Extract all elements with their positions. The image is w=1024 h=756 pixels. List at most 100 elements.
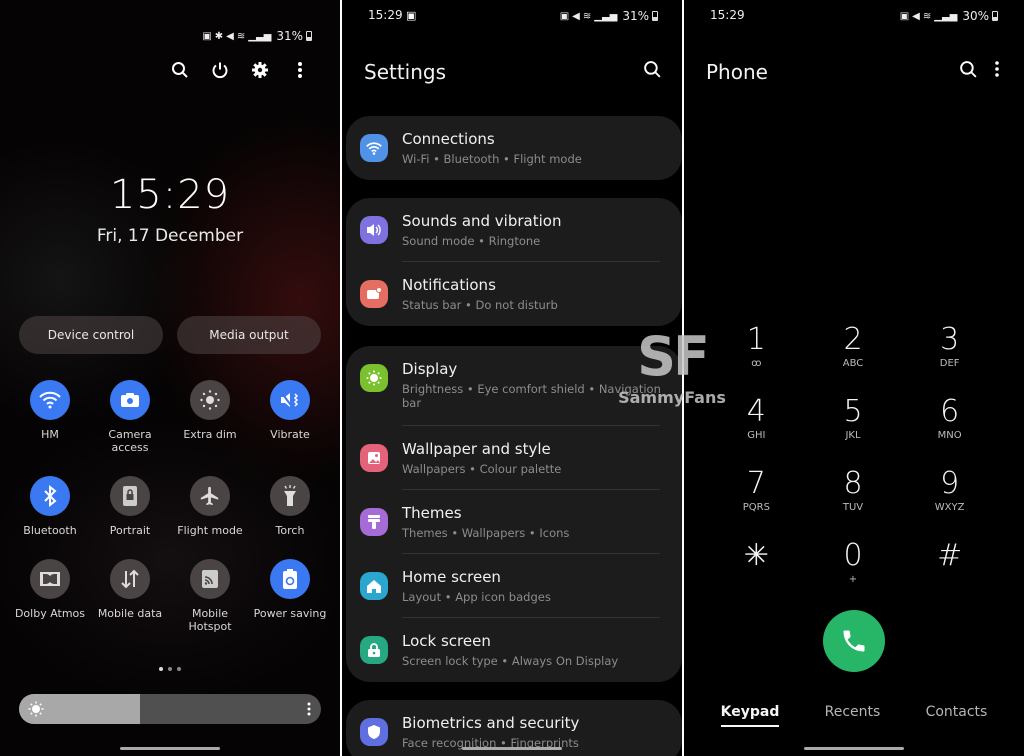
key-digit: ✳ [743, 538, 769, 573]
settings-item-connections[interactable]: Connections Wi-Fi • Bluetooth • Flight m… [346, 116, 682, 180]
quick-tile-flight-mode[interactable]: Flight mode [170, 476, 250, 537]
settings-item-title: Display [402, 360, 458, 378]
key-digit: 2 [843, 322, 863, 357]
dial-keypad: 1 ꝏ2 ABC 3 DEF 4 GHI 5 JKL 6 MNO 7 PQRS 8 TUV 9… [708, 322, 998, 592]
key-digit: 4 [746, 394, 766, 429]
dial-key-3[interactable]: 3 DEF [901, 322, 998, 376]
wallpaper-icon [360, 444, 388, 472]
dial-key-2[interactable]: 2 ABC [805, 322, 902, 376]
quick-panel-actions [170, 60, 310, 80]
quick-tile-mobile-hotspot[interactable]: Mobile Hotspot [170, 559, 250, 633]
key-letters: DEF [939, 358, 960, 369]
phone-dialer-screen: 15:29 ▣ ◀ ≋ ▁▃▅ 30% Phone 1 ꝏ2 ABC 3 DEF 4… [684, 0, 1024, 756]
mute-icon: ◀ [912, 10, 920, 22]
settings-item-notifications[interactable]: Notifications Status bar • Do not distur… [346, 262, 682, 326]
dial-key-9[interactable]: 9 WXYZ [901, 466, 998, 520]
home-gesture-bar[interactable] [462, 747, 562, 750]
quick-tile-bluetooth[interactable]: Bluetooth [10, 476, 90, 537]
status-bar: ▣ ◀ ≋ ▁▃▅ 31% [560, 8, 658, 24]
settings-item-subtitle: Status bar • Do not disturb [402, 298, 558, 312]
quick-tile-power-saving[interactable]: Power saving [250, 559, 330, 633]
tile-label: Extra dim [183, 428, 237, 441]
search-icon[interactable] [643, 60, 662, 83]
call-button[interactable] [823, 610, 885, 672]
tab-recents[interactable]: Recents [825, 704, 881, 724]
key-letters: ꝏ [751, 358, 762, 369]
sim-icon: ▣ [202, 30, 212, 42]
tile-label: Portrait [109, 524, 151, 537]
settings-screen: 15:29 ▣ ▣ ◀ ≋ ▁▃▅ 31% Settings Connectio… [342, 0, 682, 756]
wifi-status-icon: ≋ [236, 30, 246, 42]
phone-actions [959, 60, 1000, 83]
gear-icon[interactable] [250, 60, 270, 80]
tile-label: Flight mode [177, 524, 243, 537]
home-gesture-bar[interactable] [120, 747, 220, 750]
more-options-icon[interactable] [290, 60, 310, 80]
quick-tile-extra-dim[interactable]: Extra dim [170, 380, 250, 454]
settings-item-sounds-and-vibration[interactable]: Sounds and vibration Sound mode • Ringto… [346, 198, 682, 262]
phone-icon [843, 630, 865, 652]
settings-item-lock-screen[interactable]: Lock screen Screen lock type • Always On… [346, 618, 682, 682]
settings-group: Sounds and vibration Sound mode • Ringto… [346, 198, 682, 326]
sun-icon [360, 364, 388, 392]
dial-key-0[interactable]: 0 + [805, 538, 902, 592]
more-options-icon[interactable] [994, 60, 1000, 83]
brightness-more-icon[interactable] [307, 701, 311, 721]
battery-icon [992, 11, 998, 21]
quick-tile-hm[interactable]: HM [10, 380, 90, 454]
quick-tile-mobile-data[interactable]: Mobile data [90, 559, 170, 633]
key-letters: WXYZ [934, 502, 965, 513]
signal-icon: ▁▃▅ [248, 30, 272, 42]
dial-key-star[interactable]: ✳ [708, 538, 805, 592]
tab-contacts[interactable]: Contacts [926, 704, 988, 724]
key-letters: JKL [845, 430, 861, 441]
media-output-button[interactable]: Media output [177, 316, 321, 354]
tab-keypad[interactable]: Keypad [720, 704, 779, 727]
settings-item-subtitle: Wi-Fi • Bluetooth • Flight mode [402, 152, 582, 166]
dial-key-6[interactable]: 6 MNO [901, 394, 998, 448]
dial-key-8[interactable]: 8 TUV [805, 466, 902, 520]
dial-key-hash[interactable]: # [901, 538, 998, 592]
home-icon [360, 572, 388, 600]
home-gesture-bar[interactable] [804, 747, 904, 750]
settings-item-title: Home screen [402, 568, 501, 586]
settings-item-display[interactable]: Display Brightness • Eye comfort shield … [346, 346, 682, 426]
settings-item-subtitle: Brightness • Eye comfort shield • Naviga… [402, 382, 661, 410]
brightness-slider[interactable] [19, 694, 321, 724]
settings-item-home-screen[interactable]: Home screen Layout • App icon badges [346, 554, 682, 618]
key-digit: # [937, 538, 963, 573]
search-icon[interactable] [959, 60, 978, 83]
tile-label: Power saving [253, 607, 327, 620]
dial-key-5[interactable]: 5 JKL [805, 394, 902, 448]
tile-label: Dolby Atmos [14, 607, 86, 620]
lock-icon [360, 636, 388, 664]
torch-icon [270, 476, 310, 516]
tile-label: Mobile Hotspot [188, 607, 232, 633]
power-saving-icon [270, 559, 310, 599]
dial-key-4[interactable]: 4 GHI [708, 394, 805, 448]
page-title: Phone [706, 60, 768, 84]
date: Fri, 17 December [96, 226, 244, 246]
quick-tile-vibrate[interactable]: Vibrate [250, 380, 330, 454]
quick-tile-portrait[interactable]: Portrait [90, 476, 170, 537]
settings-item-themes[interactable]: Themes Themes • Wallpapers • Icons [346, 490, 682, 554]
battery-percent: 31% [622, 9, 649, 23]
page-indicator [159, 667, 181, 671]
power-icon[interactable] [210, 60, 230, 80]
bluetooth-status-icon: ✱ [214, 30, 224, 42]
dial-key-7[interactable]: 7 PQRS [708, 466, 805, 520]
search-icon[interactable] [170, 60, 190, 80]
dial-key-1[interactable]: 1 ꝏ [708, 322, 805, 376]
key-letters: TUV [842, 502, 864, 513]
battery-icon [306, 31, 312, 41]
quick-tile-torch[interactable]: Torch [250, 476, 330, 537]
clock: 15:29 [109, 172, 231, 218]
quick-tile-dolby-atmos[interactable]: Dolby Atmos [10, 559, 90, 633]
quick-panel: ▣ ✱ ◀ ≋ ▁▃▅ 31% 15:29 Fri, 17 December D… [0, 0, 340, 756]
device-control-button[interactable]: Device control [19, 316, 163, 354]
key-digit: 8 [843, 466, 863, 501]
settings-item-wallpaper-and-style[interactable]: Wallpaper and style Wallpapers • Colour … [346, 426, 682, 490]
quick-tile-camera-access[interactable]: Camera access [90, 380, 170, 454]
status-time: 15:29 [368, 8, 403, 22]
mute-icon: ◀ [572, 10, 580, 22]
